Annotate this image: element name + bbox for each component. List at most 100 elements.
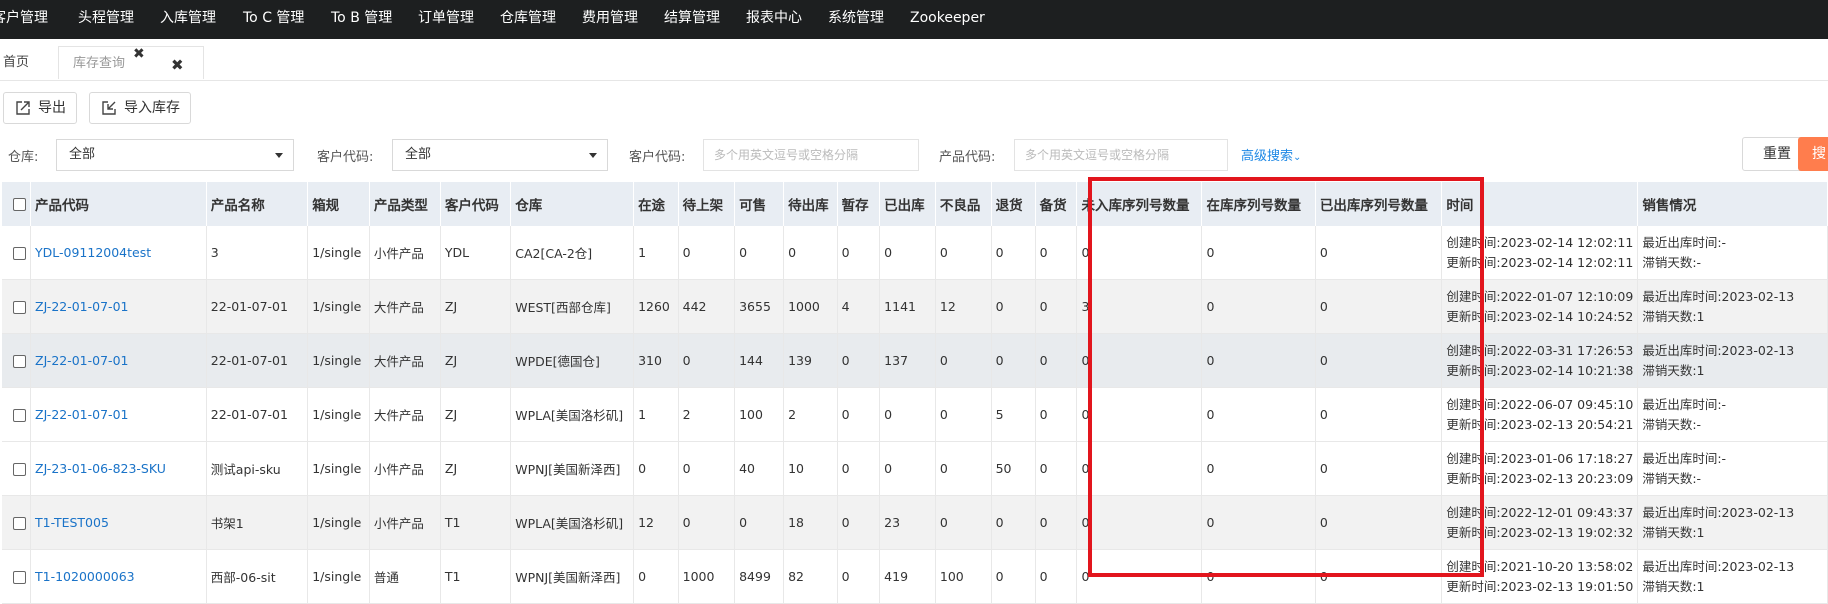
pending-shelf-cell: 442 [678,279,736,334]
serial-not-in-cell: 0 [1076,333,1203,388]
column-header[interactable]: 已出库 [879,182,936,226]
export-button[interactable]: 导出 [3,92,77,124]
row-checkbox[interactable] [13,517,26,530]
row-select-cell [2,226,31,280]
row-checkbox[interactable] [13,355,26,368]
temp-stock-cell: 0 [837,441,881,496]
sales-cell: 最近出库时间:- 滞销天数:- [1637,226,1828,280]
nav-item-toc[interactable]: To C 管理 [243,0,304,37]
customer-code-cell: ZJ [440,441,512,496]
customer-code-input[interactable] [703,139,919,171]
column-header[interactable]: 可售 [734,182,785,226]
product-code-cell[interactable]: ZJ-22-01-07-01 [30,333,207,388]
tab-home[interactable]: 首页 [3,46,29,79]
advanced-search-link[interactable]: 高级搜索⌄ [1241,145,1301,164]
close-icon[interactable]: ✖ [133,37,145,71]
returns-cell: 5 [991,387,1036,442]
shipped-cell: 0 [879,387,936,442]
nav-item-system[interactable]: 系统管理 [828,0,884,37]
serial-in-stock-cell: 0 [1201,333,1316,388]
product-code-label: 产品代码: [939,150,996,165]
table-row: T1-TEST005 书架1 1/single 小件产品 T1 WPLA[美国洛杉矶] 12… [2,495,1828,550]
column-header[interactable]: 在库序列号数量 [1201,182,1316,226]
column-header[interactable]: 已出库序列号数量 [1315,182,1443,226]
nav-item-fees[interactable]: 费用管理 [582,0,638,37]
column-header[interactable]: 箱规 [307,182,370,226]
nav-item-orders[interactable]: 订单管理 [418,0,474,37]
row-select-cell [2,549,31,604]
nav-item-first-leg[interactable]: 头程管理 [78,0,134,37]
defective-cell: 0 [935,495,992,550]
product-name-cell: 22-01-07-01 [206,333,309,388]
tab-stock-query[interactable]: 库存查询 ✖ ✖ [58,46,204,79]
table-row: ZJ-22-01-07-01 22-01-07-01 1/single 大件产品 ZJ W… [2,333,1828,388]
row-checkbox[interactable] [13,301,26,314]
column-header[interactable]: 产品代码 [30,182,207,226]
product-type-cell: 小件产品 [369,441,441,496]
time-cell: 创建时间:2022-03-31 17:26:53 更新时间:2023-02-14… [1441,333,1639,388]
search-button[interactable]: 搜 [1798,137,1828,171]
product-code-input[interactable] [1014,139,1228,171]
row-select-cell [2,495,31,550]
product-code-cell[interactable]: YDL-09112004test [30,226,207,280]
serial-in-stock-cell: 0 [1201,279,1316,334]
product-code-cell[interactable]: ZJ-22-01-07-01 [30,279,207,334]
available-cell: 40 [734,441,785,496]
customer-code-select[interactable]: 全部 [392,139,608,171]
column-header[interactable]: 未入库序列号数量 [1076,182,1203,226]
top-nav: 客户管理 头程管理 入库管理 To C 管理 To B 管理 订单管理 仓库管理… [0,0,1828,39]
column-header[interactable]: 待上架 [678,182,736,226]
serial-in-stock-cell: 0 [1201,226,1316,280]
serial-not-in-cell: 0 [1076,226,1203,280]
serial-shipped-cell: 0 [1315,495,1443,550]
select-all-checkbox[interactable] [13,197,26,211]
temp-stock-cell: 0 [837,333,881,388]
column-header[interactable]: 产品类型 [369,182,441,226]
column-header[interactable]: 在途 [633,182,679,226]
product-code-cell[interactable]: ZJ-22-01-07-01 [30,387,207,442]
serial-not-in-cell: 3 [1076,279,1203,334]
pending-shelf-cell: 0 [678,333,736,388]
close-all-icon[interactable]: ✖ [171,48,184,82]
row-checkbox[interactable] [13,409,26,422]
box-spec-cell: 1/single [307,387,370,442]
column-header[interactable]: 产品名称 [206,182,309,226]
pending-out-cell: 10 [783,441,838,496]
column-header[interactable]: 退货 [991,182,1036,226]
serial-shipped-cell: 0 [1315,549,1443,604]
product-code-cell[interactable]: T1-1020000063 [30,549,207,604]
nav-item-tob[interactable]: To B 管理 [331,0,392,37]
row-checkbox[interactable] [13,247,26,260]
table-row: ZJ-23-01-06-823-SKU 测试api-sku 1/single 小件产品… [2,441,1828,496]
row-select-cell [2,441,31,496]
row-checkbox[interactable] [13,571,26,584]
product-code-cell[interactable]: T1-TEST005 [30,495,207,550]
defective-cell: 0 [935,226,992,280]
product-type-cell: 大件产品 [369,387,441,442]
nav-item-warehouse[interactable]: 仓库管理 [500,0,556,37]
sales-cell: 最近出库时间:2023-02-13 滞销天数:1 [1637,495,1828,550]
import-stock-button[interactable]: 导入库存 [89,92,191,124]
column-header[interactable]: 时间 [1441,182,1639,226]
returns-cell: 0 [991,495,1036,550]
temp-stock-cell: 0 [837,387,881,442]
column-header[interactable]: 暂存 [837,182,881,226]
column-header[interactable]: 不良品 [935,182,992,226]
serial-in-stock-cell: 0 [1201,549,1316,604]
warehouse-select[interactable]: 全部 [56,139,294,171]
row-checkbox[interactable] [13,463,26,476]
column-header[interactable]: 销售情况 [1637,182,1828,226]
nav-item-inbound[interactable]: 入库管理 [160,0,216,37]
nav-item-reports[interactable]: 报表中心 [746,0,802,37]
reserved-cell: 0 [1035,441,1078,496]
column-header[interactable]: 待出库 [783,182,838,226]
nav-item-zookeeper[interactable]: Zookeeper [910,0,985,37]
column-header[interactable]: 备货 [1035,182,1078,226]
nav-item-settlement[interactable]: 结算管理 [664,0,720,37]
product-code-cell[interactable]: ZJ-23-01-06-823-SKU [30,441,207,496]
box-spec-cell: 1/single [307,549,370,604]
nav-item-customer[interactable]: 客户管理 [0,0,48,37]
column-header[interactable]: 仓库 [510,182,635,226]
column-header[interactable]: 客户代码 [440,182,512,226]
shipped-cell: 0 [879,226,936,280]
